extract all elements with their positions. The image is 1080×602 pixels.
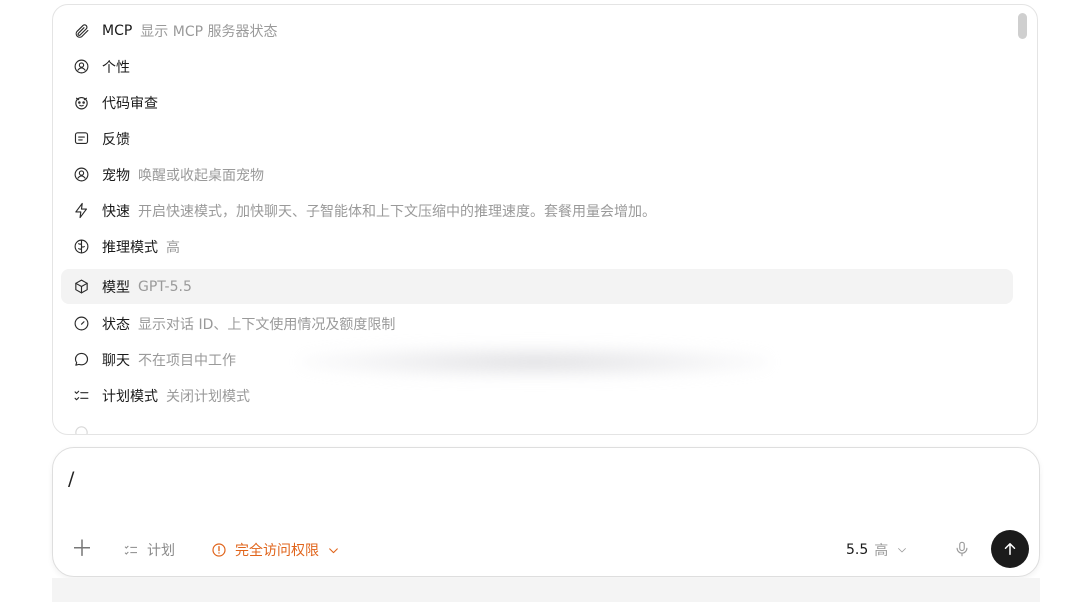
menu-item-name: 反馈 [102,131,130,148]
menu-item-fast[interactable]: 快速 开启快速模式，加快聊天、子智能体和上下文压缩中的推理速度。套餐用量会增加。 [61,193,1013,228]
menu-item-name: 计划模式 [102,388,158,405]
access-label: 完全访问权限 [235,543,319,559]
menu-item-code-review[interactable]: 代码审查 [61,85,1013,120]
arrow-up-icon [1004,543,1016,555]
menu-item-pet[interactable]: 宠物 唤醒或收起桌面宠物 [61,157,1013,192]
brain-icon [72,238,90,256]
faded-icon [72,424,90,434]
feedback-icon [72,130,90,148]
chevron-down-icon [329,547,338,553]
warning-icon [212,543,226,557]
chat-bubble-icon [72,351,90,369]
model-selector[interactable]: 5.5 高 [846,540,908,560]
menu-item-name: MCP [102,22,133,39]
composer: / ＋ 计划 完全访问权限 5.5 高 [52,447,1040,577]
access-mode-dropdown[interactable]: 完全访问权限 [211,540,348,560]
chevron-down-icon [898,548,907,553]
gauge-icon [72,315,90,333]
menu-item-persona[interactable]: 个性 [61,49,1013,84]
menu-item-name: 个性 [102,59,130,76]
menu-item-status[interactable]: 状态 显示对话 ID、上下文使用情况及额度限制 [61,306,1013,341]
menu-item-name: 模型 [102,279,130,296]
menu-item-model[interactable]: 模型 GPT-5.5 [61,269,1013,304]
menu-item-desc: GPT-5.5 [138,278,192,295]
menu-item-feedback[interactable]: 反馈 [61,121,1013,156]
checklist-icon [124,545,137,555]
menu-item-desc: 显示 MCP 服务器状态 [140,23,278,40]
checklist-icon [72,387,90,405]
menu-item-desc: 关闭计划模式 [166,388,250,405]
lightning-icon [72,202,90,220]
menu-item-plan-mode[interactable]: 计划模式 关闭计划模式 [61,378,1013,413]
send-button[interactable] [991,530,1029,568]
pet-icon [72,166,90,184]
menu-item-mcp[interactable]: MCP 显示 MCP 服务器状态 [61,13,1013,48]
model-version: 5.5 [846,542,869,558]
add-attachment-button[interactable]: ＋ [71,537,93,563]
menu-item-desc: 显示对话 ID、上下文使用情况及额度限制 [138,316,396,333]
menu-item-reasoning[interactable]: 推理模式 高 [61,229,1013,264]
menu-item-name: 推理模式 [102,239,158,256]
paperclip-icon [72,22,90,40]
code-review-icon [72,94,90,112]
composer-input[interactable]: / [68,468,74,490]
persona-icon [72,58,90,76]
menu-item-name: 宠物 [102,167,130,184]
menu-item-partial [61,415,1013,434]
menu-item-desc: 不在项目中工作 [138,352,236,369]
menu-item-desc: 唤醒或收起桌面宠物 [138,167,264,184]
menu-item-desc: 开启快速模式，加快聊天、子智能体和上下文压缩中的推理速度。套餐用量会增加。 [138,203,656,220]
menu-item-name: 快速 [102,203,130,220]
plan-label: 计划 [147,543,175,559]
blurred-redaction [300,345,770,379]
composer-toolbar: ＋ 计划 完全访问权限 5.5 高 [53,530,1039,568]
background-panel [52,578,1040,602]
menu-item-name: 状态 [102,316,130,333]
menu-item-name: 代码审查 [102,95,158,112]
menu-scrollbar[interactable] [1018,13,1027,39]
cube-icon [72,278,90,296]
microphone-button[interactable] [953,539,971,563]
plan-mode-button[interactable]: 计划 [123,540,175,560]
model-level: 高 [874,543,889,559]
menu-item-name: 聊天 [102,352,130,369]
menu-item-desc: 高 [166,239,180,256]
microphone-icon [956,541,968,557]
